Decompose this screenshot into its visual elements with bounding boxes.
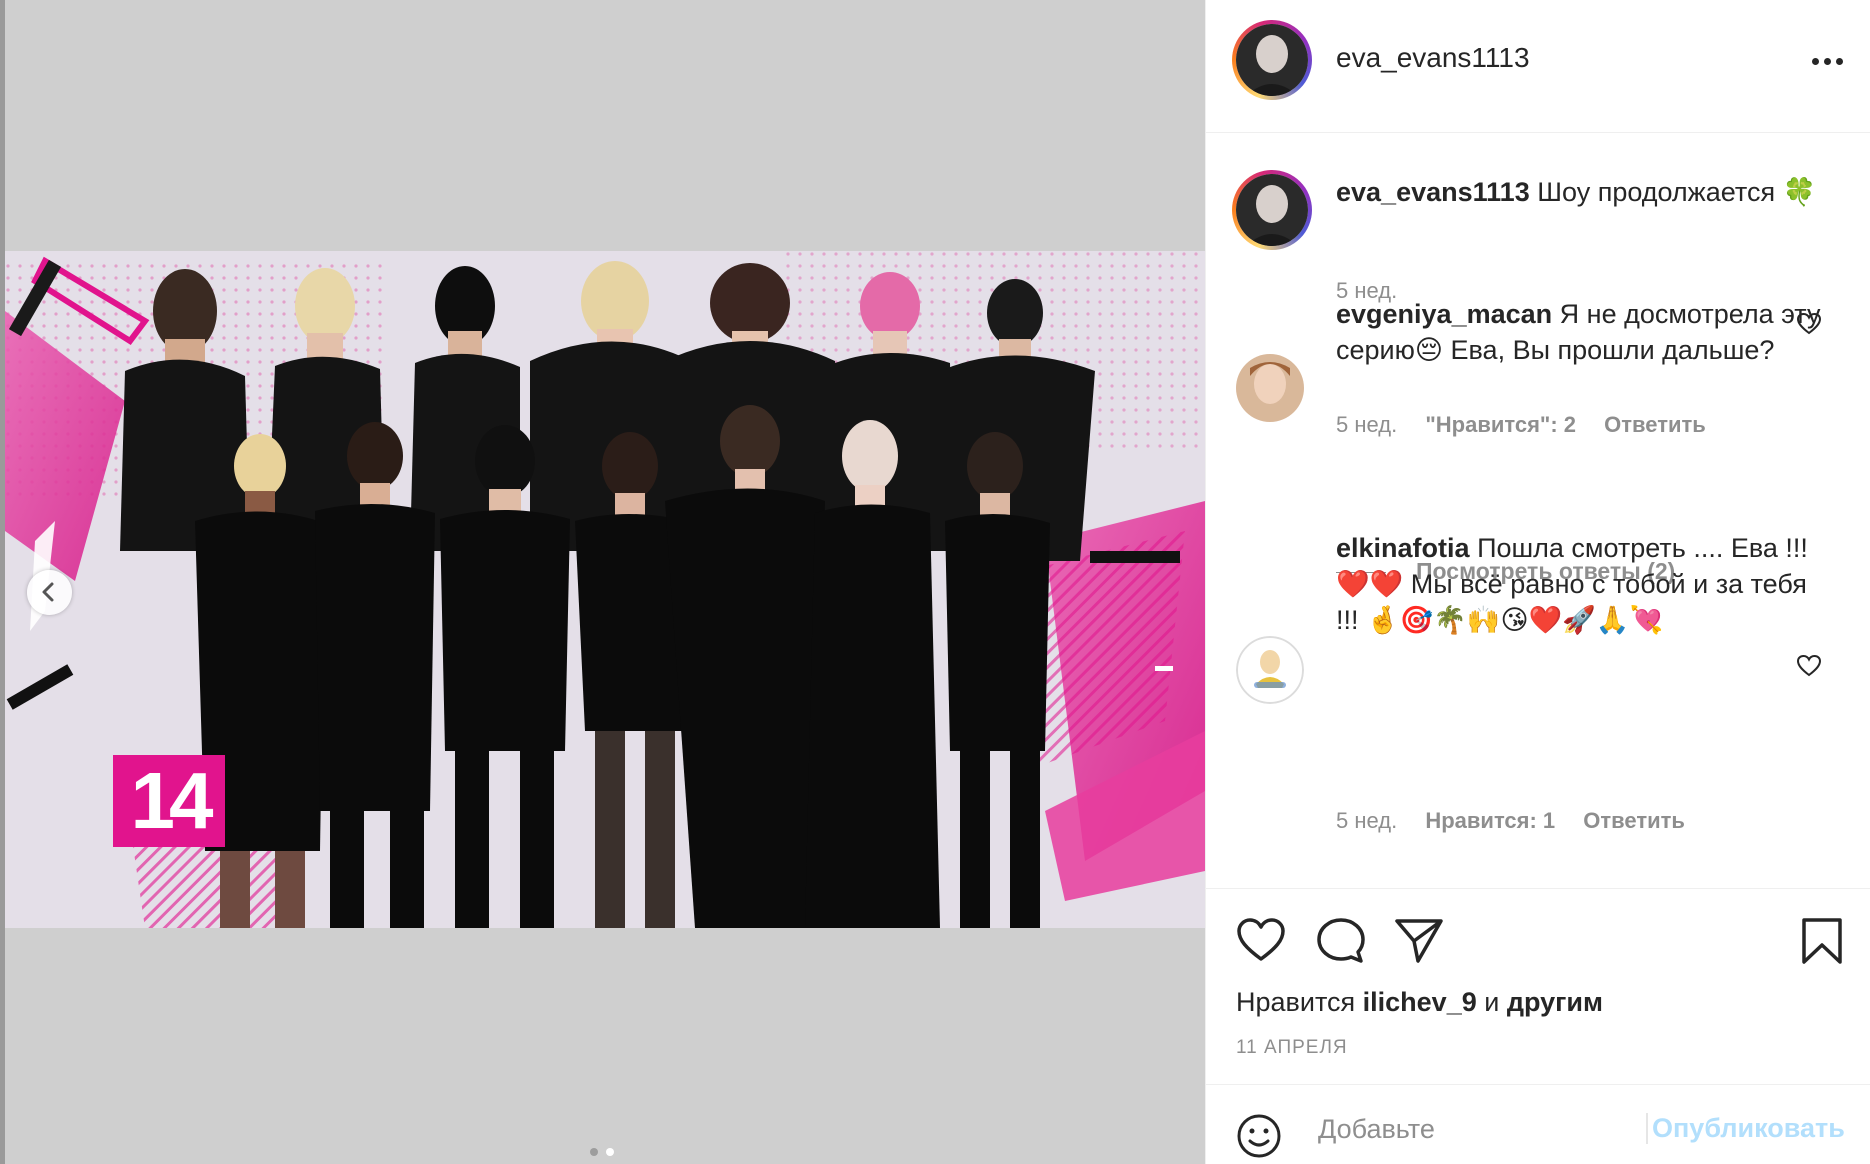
like-comment-heart-icon[interactable] [1796, 654, 1822, 678]
caption-username[interactable]: eva_evans1113 [1336, 177, 1530, 207]
comment-text-block: elkinafotia Пошла смотреть .... Ева !!! … [1336, 530, 1836, 638]
avatar-image [1236, 24, 1308, 96]
comment-likes[interactable]: Нравится: 1 [1425, 808, 1555, 833]
share-icon[interactable] [1394, 917, 1444, 963]
post-photo[interactable]: 14 [5, 251, 1205, 928]
reply-button[interactable]: Ответить [1583, 808, 1685, 833]
caption-text: Шоу продолжается 🍀 [1537, 177, 1817, 207]
likes-user[interactable]: ilichev_9 [1363, 987, 1477, 1017]
author-username[interactable]: eva_evans1113 [1336, 42, 1530, 74]
comment-meta: 5 нед. Нравится: 1 Ответить [1336, 808, 1707, 834]
author-avatar[interactable] [1232, 20, 1312, 100]
comment-username[interactable]: evgeniya_macan [1336, 299, 1552, 329]
comment-time[interactable]: 5 нед. [1336, 412, 1397, 437]
carousel-prev-button[interactable] [27, 570, 72, 615]
carousel-dot [590, 1148, 598, 1156]
chevron-left-icon [42, 582, 54, 602]
emoji-icon[interactable] [1236, 1113, 1282, 1159]
caption-text-block: eva_evans1113 Шоу продолжается 🍀 [1336, 174, 1836, 210]
reply-button[interactable]: Ответить [1604, 412, 1706, 437]
carousel-dot-active [606, 1148, 614, 1156]
avatar-image [1236, 636, 1304, 704]
likes-middle: и [1484, 987, 1500, 1017]
likes-prefix: Нравится [1236, 987, 1356, 1017]
post-actions: Нравится ilichev_9 и другим 11 АПРЕЛЯ [1206, 888, 1870, 1084]
post-header: eva_evans1113 [1206, 0, 1870, 133]
comment-icon[interactable] [1316, 917, 1366, 965]
comment-likes[interactable]: "Нравится": 2 [1425, 412, 1576, 437]
add-comment-bar: Опубликовать [1206, 1084, 1870, 1164]
post-details-panel: eva_evans1113 eva_evans1113 Шоу продолжа… [1205, 0, 1870, 1164]
more-options-icon[interactable] [1808, 52, 1852, 72]
caption-avatar[interactable] [1232, 170, 1312, 250]
likes-others[interactable]: другим [1507, 987, 1603, 1017]
avatar-image [1236, 354, 1304, 422]
avatar-image [1236, 174, 1308, 246]
comment-username[interactable]: elkinafotia [1336, 533, 1470, 563]
post-date[interactable]: 11 АПРЕЛЯ [1236, 1037, 1348, 1059]
comment-input[interactable] [1318, 1109, 1658, 1149]
commenter-avatar[interactable] [1236, 636, 1304, 704]
comment-text-block: evgeniya_macan Я не досмотрела эту серию… [1336, 296, 1836, 368]
likes-summary: Нравится ilichev_9 и другим [1236, 987, 1603, 1018]
heart-icon[interactable] [1236, 917, 1286, 963]
carousel-dots [590, 1148, 614, 1158]
post-media-area: 14 [0, 0, 1205, 1164]
comment-meta: 5 нед. "Нравится": 2 Ответить [1336, 412, 1728, 438]
episode-badge: 14 [113, 755, 225, 847]
comment-time[interactable]: 5 нед. [1336, 808, 1397, 833]
like-comment-heart-icon[interactable] [1796, 312, 1822, 336]
commenter-avatar[interactable] [1236, 354, 1304, 422]
publish-button[interactable]: Опубликовать [1646, 1113, 1845, 1144]
bookmark-icon[interactable] [1801, 917, 1843, 965]
comments-list[interactable]: eva_evans1113 Шоу продолжается 🍀 5 нед. … [1206, 134, 1870, 888]
